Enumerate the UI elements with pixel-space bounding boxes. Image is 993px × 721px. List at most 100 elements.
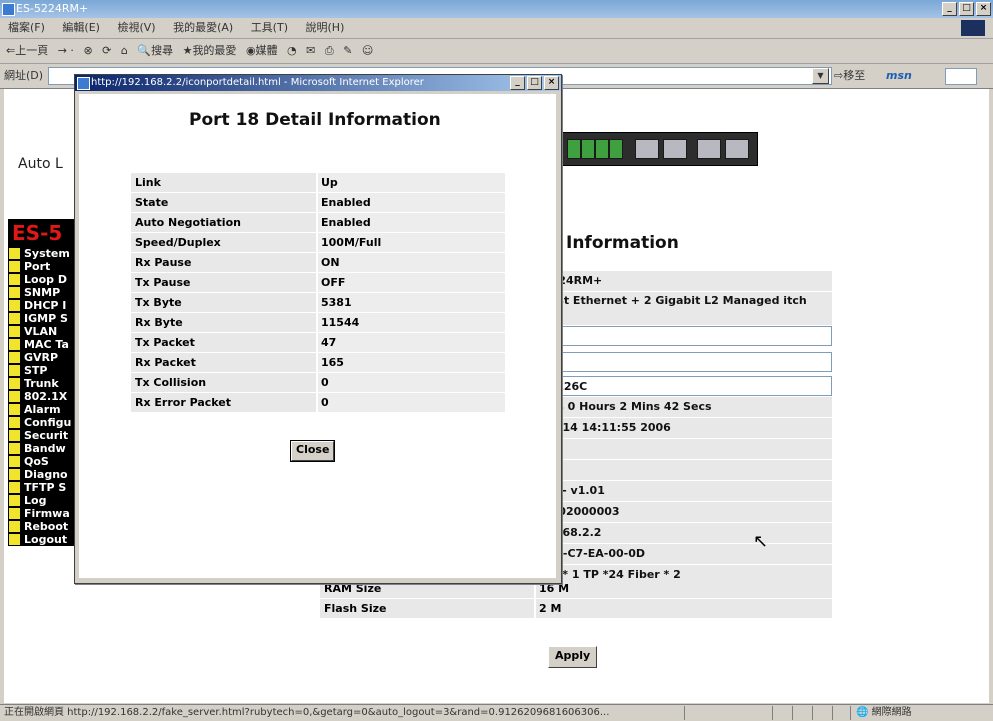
apply-button[interactable]: Apply: [548, 646, 598, 668]
table-row: Rx Byte 11544: [131, 313, 505, 332]
table-row: Rx Packet 165: [131, 353, 505, 372]
bullet-icon: [9, 274, 20, 285]
detail-label: Rx Packet: [131, 353, 316, 372]
internet-zone: 🌐 網際網路: [856, 707, 912, 718]
detail-value: Enabled: [318, 213, 505, 232]
sidebar-item-label: Logout: [24, 533, 68, 546]
sidebar-item-label: Firmwa: [24, 507, 70, 520]
forward-icon[interactable]: → ·: [58, 44, 74, 57]
bullet-icon: [9, 456, 20, 467]
page-title-partial: Auto L: [18, 156, 63, 172]
memory-table: RAM Size 16 M Flash Size 2 M: [320, 579, 832, 619]
sidebar-item-label: Diagno: [24, 468, 68, 481]
close-window-button[interactable]: ×: [976, 2, 991, 16]
port-detail-table: Link Up State Enabled Auto Negotiation Enable…: [131, 173, 505, 413]
menu-help[interactable]: 說明(H): [306, 21, 345, 34]
edit-icon[interactable]: ✎: [343, 44, 352, 57]
sidebar-item-label: VLAN: [24, 325, 58, 338]
info-input[interactable]: [540, 352, 832, 372]
detail-label: State: [131, 193, 316, 212]
bullet-icon: [9, 352, 20, 363]
menu-view[interactable]: 檢視(V): [117, 21, 155, 34]
menu-file[interactable]: 檔案(F): [8, 21, 45, 34]
info-row: Jul 14 14:11:55 2006: [540, 418, 832, 438]
mouse-cursor-icon: ↖: [753, 531, 769, 552]
detail-value: Up: [318, 173, 505, 192]
flash-size-label: Flash Size: [320, 599, 534, 618]
menu-edit[interactable]: 編輯(E): [62, 21, 100, 34]
table-row: Tx Pause OFF: [131, 273, 505, 292]
table-row: Flash Size 2 M: [320, 599, 832, 618]
minimize-button[interactable]: _: [942, 2, 957, 16]
msn-search-input[interactable]: [945, 68, 977, 85]
sidebar-item-label: Bandw: [24, 442, 66, 455]
bullet-icon: [9, 508, 20, 519]
back-button[interactable]: ⇐上一頁: [6, 44, 48, 57]
detail-value: Enabled: [318, 193, 505, 212]
sidebar-item-label: Log: [24, 494, 47, 507]
search-button[interactable]: 🔍搜尋: [137, 44, 173, 57]
bullet-icon: [9, 417, 20, 428]
sidebar-item-label: Trunk: [24, 377, 59, 390]
window-title: ES-5224RM+: [16, 2, 89, 15]
mail-icon[interactable]: ✉: [306, 44, 315, 57]
detail-label: Tx Byte: [131, 293, 316, 312]
table-row: Rx Pause ON: [131, 253, 505, 272]
menu-tools[interactable]: 工具(T): [251, 21, 288, 34]
go-button[interactable]: ⇨移至: [834, 64, 865, 88]
table-row: State Enabled: [131, 193, 505, 212]
close-button[interactable]: Close: [289, 440, 336, 462]
menu-favorites[interactable]: 我的最愛(A): [173, 21, 233, 34]
table-row: Auto Negotiation Enabled: [131, 213, 505, 232]
refresh-icon[interactable]: ⟳: [102, 44, 111, 57]
sidebar-item-label: Configu: [24, 416, 72, 429]
detail-label: Rx Error Packet: [131, 393, 316, 412]
popup-close-window-button[interactable]: ×: [544, 76, 559, 90]
bullet-icon: [9, 482, 20, 493]
window-titlebar: ES-5224RM+ _ □ ×: [0, 0, 993, 18]
detail-label: Link: [131, 173, 316, 192]
info-input[interactable]: -2126C: [540, 376, 832, 396]
maximize-button[interactable]: □: [959, 2, 974, 16]
detail-label: Rx Pause: [131, 253, 316, 272]
detail-label: Auto Negotiation: [131, 213, 316, 232]
info-row: Fast Ethernet + 2 Gigabit L2 Managed itc…: [540, 292, 832, 325]
status-text: 正在開啟網頁 http://192.168.2.2/fake_server.ht…: [4, 707, 610, 718]
bullet-icon: [9, 365, 20, 376]
home-icon[interactable]: ⌂: [121, 44, 128, 57]
print-icon[interactable]: ⎙: [325, 44, 334, 57]
history-icon[interactable]: ◔: [287, 44, 297, 57]
media-button[interactable]: ◉媒體: [246, 44, 278, 57]
sidebar-item-label: GVRP: [24, 351, 59, 364]
bullet-icon: [9, 326, 20, 337]
info-row: 1002000003: [540, 502, 832, 522]
popup-minimize-button[interactable]: _: [510, 76, 525, 90]
detail-label: Rx Byte: [131, 313, 316, 332]
stop-icon[interactable]: ⊗: [83, 44, 92, 57]
bullet-icon: [9, 391, 20, 402]
popup-maximize-button[interactable]: □: [527, 76, 542, 90]
table-row: Tx Byte 5381: [131, 293, 505, 312]
table-row: Speed/Duplex 100M/Full: [131, 233, 505, 252]
sidebar-item-label: MAC Ta: [24, 338, 69, 351]
sidebar-item-label: Securit: [24, 429, 69, 442]
messenger-icon[interactable]: ☺: [362, 44, 373, 57]
info-row: 23: [540, 460, 832, 480]
table-row: Rx Error Packet 0: [131, 393, 505, 412]
bullet-icon: [9, 378, 20, 389]
msn-button[interactable]: msn: [886, 64, 912, 88]
sidebar-item-label: IGMP S: [24, 312, 68, 325]
bullet-icon: [9, 313, 20, 324]
info-row: 5224RM+: [540, 271, 832, 291]
detail-value: 0: [318, 393, 505, 412]
favorites-button[interactable]: ★我的最愛: [183, 44, 237, 57]
address-dropdown-icon[interactable]: ▼: [812, 68, 829, 84]
info-input[interactable]: [540, 326, 832, 346]
address-label: 網址(D): [4, 69, 44, 82]
detail-label: Tx Collision: [131, 373, 316, 392]
popup-titlebar: http://192.168.2.2/iconportdetail.html -…: [75, 75, 561, 91]
bullet-icon: [9, 521, 20, 532]
ram-size-value: 16 M: [536, 579, 832, 598]
popup-body: Port 18 Detail Information Link Up State En…: [79, 94, 556, 578]
ie-icon: [2, 3, 15, 16]
